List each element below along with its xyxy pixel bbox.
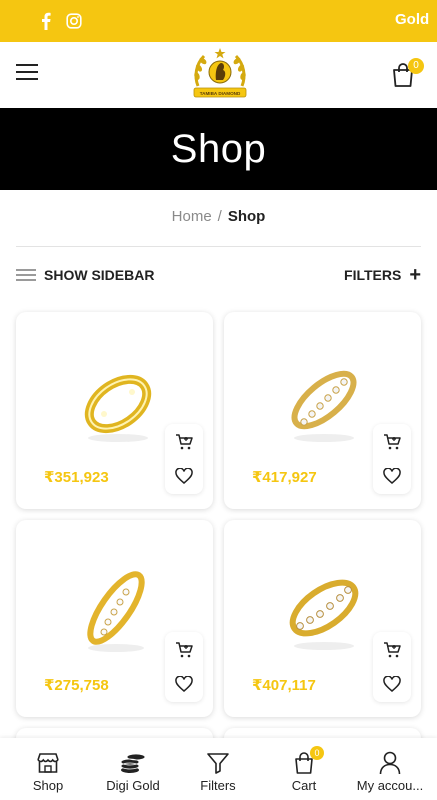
add-to-cart-icon[interactable] xyxy=(174,640,194,660)
bottom-navigation: Shop Digi Gold Filters Cart 0 My accou..… xyxy=(0,738,437,800)
site-header: TAMIBA DIAMOND 0 xyxy=(0,42,437,108)
nav-filters[interactable]: Filters xyxy=(188,738,248,800)
user-icon xyxy=(377,750,403,776)
nav-shop[interactable]: Shop xyxy=(18,738,78,800)
product-price: ₹275,758 xyxy=(44,677,109,694)
wishlist-heart-icon[interactable] xyxy=(174,466,194,486)
add-to-cart-icon[interactable] xyxy=(382,640,402,660)
product-actions xyxy=(165,632,203,702)
nav-my-account-label: My accou... xyxy=(356,778,424,793)
filters-toggle-button[interactable]: FILTERS + xyxy=(344,264,421,286)
breadcrumb-home-link[interactable]: Home xyxy=(172,208,212,225)
nav-shop-label: Shop xyxy=(32,778,64,793)
nav-digi-gold-label: Digi Gold xyxy=(106,778,160,793)
store-icon xyxy=(35,750,61,776)
breadcrumb-current: Shop xyxy=(227,208,266,225)
header-cart-count: 0 xyxy=(408,58,424,74)
coins-icon xyxy=(120,750,146,776)
nav-my-account[interactable]: My accou... xyxy=(354,738,426,800)
divider xyxy=(16,246,421,247)
product-price: ₹417,927 xyxy=(252,469,317,486)
filters-label: FILTERS xyxy=(344,267,402,283)
plus-icon: + xyxy=(409,264,421,286)
shop-toolbar: SHOW SIDEBAR FILTERS + xyxy=(16,264,421,288)
product-card[interactable]: ₹417,927 xyxy=(224,312,421,509)
product-card[interactable]: ₹407,117 xyxy=(224,520,421,717)
product-price: ₹351,923 xyxy=(44,469,109,486)
product-image[interactable] xyxy=(56,342,176,452)
top-bar: Gold xyxy=(0,0,437,42)
breadcrumb-separator: / xyxy=(217,208,222,225)
product-actions xyxy=(165,424,203,494)
product-actions xyxy=(373,424,411,494)
wishlist-heart-icon[interactable] xyxy=(382,466,402,486)
filter-icon xyxy=(205,750,231,776)
promo-ticker: Gold xyxy=(395,11,430,28)
show-sidebar-button[interactable]: SHOW SIDEBAR xyxy=(16,266,154,284)
product-price: ₹407,117 xyxy=(252,677,316,694)
nav-digi-gold[interactable]: Digi Gold xyxy=(100,738,166,800)
nav-cart-label: Cart xyxy=(291,778,317,793)
product-image[interactable] xyxy=(56,550,176,660)
breadcrumb: Home / Shop xyxy=(0,208,437,225)
brand-logo[interactable]: TAMIBA DIAMOND xyxy=(188,46,252,104)
product-image[interactable] xyxy=(264,550,384,660)
add-to-cart-icon[interactable] xyxy=(174,432,194,452)
product-card[interactable]: ₹275,758 xyxy=(16,520,213,717)
hamburger-menu-icon[interactable] xyxy=(16,64,38,84)
show-sidebar-label: SHOW SIDEBAR xyxy=(44,267,155,283)
add-to-cart-icon[interactable] xyxy=(382,432,402,452)
brand-logo-text: TAMIBA DIAMOND xyxy=(200,91,241,96)
wishlist-heart-icon[interactable] xyxy=(174,674,194,694)
nav-cart[interactable]: Cart xyxy=(274,738,334,800)
nav-cart-count: 0 xyxy=(310,746,324,760)
product-card[interactable]: ₹351,923 xyxy=(16,312,213,509)
page-banner: Shop xyxy=(0,108,437,190)
product-actions xyxy=(373,632,411,702)
instagram-icon[interactable] xyxy=(64,11,84,31)
wishlist-heart-icon[interactable] xyxy=(382,674,402,694)
sidebar-lines-icon xyxy=(16,266,36,284)
facebook-icon[interactable] xyxy=(36,11,56,31)
product-image[interactable] xyxy=(264,342,384,452)
nav-filters-label: Filters xyxy=(200,778,236,793)
page-title: Shop xyxy=(170,126,267,171)
